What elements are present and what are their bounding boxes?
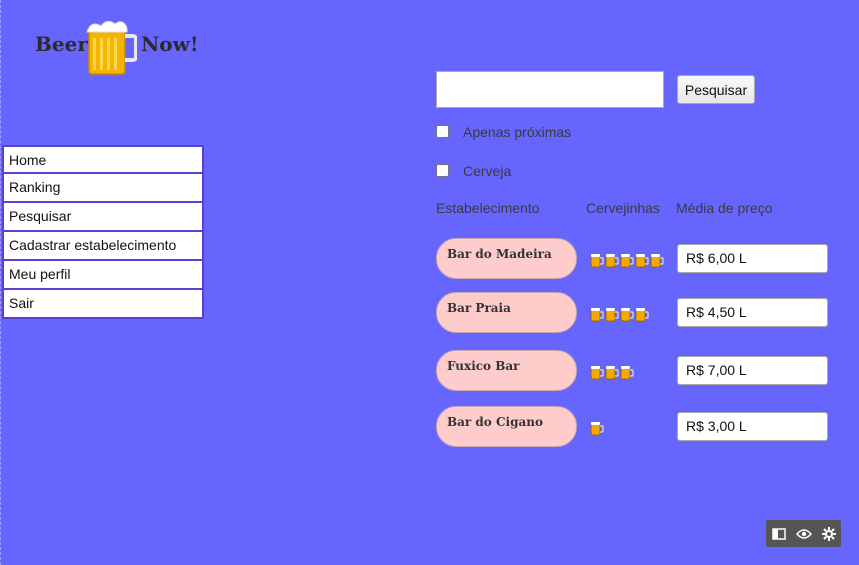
rating-mugs bbox=[590, 252, 664, 268]
avg-price-field: R$ 4,50 L bbox=[677, 298, 828, 327]
nav-item-meu-perfil[interactable]: Meu perfil bbox=[2, 261, 204, 290]
beer-mug-icon bbox=[605, 252, 619, 268]
beer-label: Cerveja bbox=[463, 163, 512, 179]
beer-mug-icon bbox=[620, 306, 634, 322]
avg-price-field: R$ 6,00 L bbox=[677, 244, 828, 273]
establishment-button[interactable]: Fuxico Bar bbox=[436, 350, 577, 391]
beer-mug-icon bbox=[590, 252, 604, 268]
rating-mugs bbox=[590, 306, 649, 322]
avg-price-field: R$ 7,00 L bbox=[677, 356, 828, 385]
nearby-only-checkbox[interactable] bbox=[436, 125, 449, 138]
header-establishment: Estabelecimento bbox=[436, 200, 540, 216]
beer-mug-icon bbox=[620, 364, 634, 380]
logo-text-left: Beer bbox=[35, 32, 88, 56]
nearby-only-label: Apenas próximas bbox=[463, 124, 572, 140]
beer-mug-icon bbox=[590, 306, 604, 322]
search-input[interactable] bbox=[436, 71, 664, 108]
eye-icon[interactable] bbox=[795, 526, 812, 542]
beer-mug-icon bbox=[650, 252, 664, 268]
nav-item-cadastrar[interactable]: Cadastrar estabelecimento bbox=[2, 232, 204, 261]
nav-item-sair[interactable]: Sair bbox=[2, 290, 204, 319]
establishment-name: Fuxico Bar bbox=[447, 359, 520, 373]
beer-mug-icon bbox=[635, 252, 649, 268]
nav-item-home[interactable]: Home bbox=[2, 145, 204, 174]
gear-icon[interactable] bbox=[821, 526, 837, 542]
beer-checkbox[interactable] bbox=[436, 164, 449, 177]
sidebar-nav: Home Ranking Pesquisar Cadastrar estabel… bbox=[2, 145, 204, 319]
beer-mug-icon bbox=[620, 252, 634, 268]
establishment-name: Bar do Madeira bbox=[447, 247, 552, 261]
header-rating: Cervejinhas bbox=[586, 200, 660, 216]
beer-mug-icon bbox=[605, 364, 619, 380]
beer-mug-icon bbox=[86, 20, 137, 75]
establishment-button[interactable]: Bar Praia bbox=[436, 292, 577, 333]
beer-mug-icon bbox=[590, 364, 604, 380]
nav-item-ranking[interactable]: Ranking bbox=[2, 174, 204, 203]
header-avg-price: Média de preço bbox=[676, 200, 773, 216]
establishment-name: Bar Praia bbox=[447, 301, 511, 315]
nav-item-pesquisar[interactable]: Pesquisar bbox=[2, 203, 204, 232]
corner-toolbar bbox=[766, 520, 841, 547]
avg-price-field: R$ 3,00 L bbox=[677, 412, 828, 441]
panel-icon[interactable] bbox=[771, 526, 787, 542]
logo: Beer Now! bbox=[35, 20, 205, 76]
establishment-button[interactable]: Bar do Cigano bbox=[436, 406, 577, 447]
establishment-button[interactable]: Bar do Madeira bbox=[436, 238, 577, 279]
beer-mug-icon bbox=[605, 306, 619, 322]
rating-mugs bbox=[590, 364, 634, 380]
establishment-name: Bar do Cigano bbox=[447, 415, 543, 429]
logo-text-right: Now! bbox=[141, 32, 199, 56]
beer-mug-icon bbox=[590, 420, 604, 436]
rating-mugs bbox=[590, 420, 604, 436]
search-button[interactable]: Pesquisar bbox=[677, 75, 755, 104]
beer-mug-icon bbox=[635, 306, 649, 322]
